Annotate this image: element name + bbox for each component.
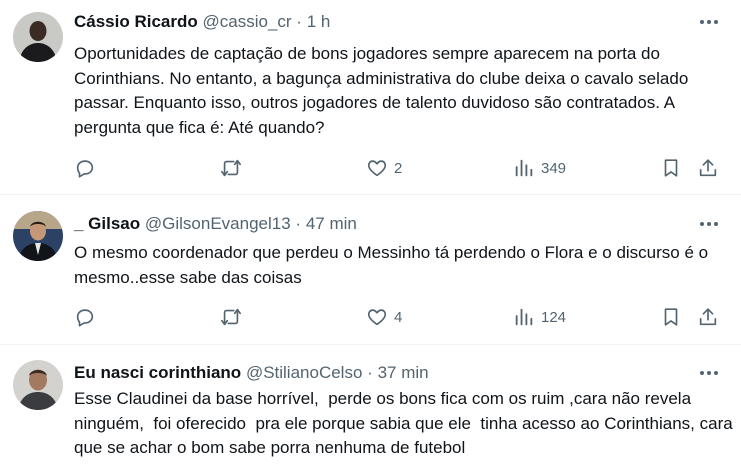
bookmark-button[interactable] xyxy=(660,304,682,330)
retweet-button[interactable] xyxy=(219,304,243,330)
tweet-actions: 2 349 xyxy=(74,155,724,181)
separator: · xyxy=(367,363,373,382)
avatar[interactable] xyxy=(13,360,63,410)
view-count: 124 xyxy=(541,308,567,326)
more-icon[interactable] xyxy=(696,12,722,32)
timestamp[interactable]: 37 min xyxy=(378,363,429,382)
tweet-text: Oportunidades de captação de bons jogado… xyxy=(74,44,689,137)
reply-button[interactable] xyxy=(74,155,96,181)
like-count: 2 xyxy=(394,159,403,177)
share-button[interactable] xyxy=(697,155,719,181)
like-button[interactable]: 2 xyxy=(366,155,402,181)
author-name[interactable]: Eu nasci corinthiano xyxy=(74,363,241,382)
share-icon xyxy=(699,308,717,326)
author-handle[interactable]: @StilianoCelso xyxy=(246,363,362,382)
heart-icon xyxy=(367,160,387,177)
reply-icon xyxy=(76,160,94,178)
views-icon xyxy=(515,308,533,326)
bookmark-icon xyxy=(664,308,678,326)
tweet-text: O mesmo coordenador que perdeu o Messinh… xyxy=(74,243,709,287)
views-icon xyxy=(515,159,533,177)
timestamp[interactable]: 47 min xyxy=(306,214,357,233)
more-icon[interactable] xyxy=(696,214,722,234)
retweet-icon xyxy=(221,308,241,326)
like-count: 4 xyxy=(394,308,403,326)
tweet[interactable]: Eu nasci corinthiano @StilianoCelso · 37… xyxy=(0,345,741,464)
share-button[interactable] xyxy=(697,304,719,330)
bookmark-icon xyxy=(664,159,678,177)
views-button[interactable]: 124 xyxy=(513,304,566,330)
avatar[interactable] xyxy=(13,211,63,261)
author-name[interactable]: _ Gilsao xyxy=(74,214,140,233)
author-handle[interactable]: @GilsonEvangel13 xyxy=(145,214,291,233)
retweet-icon xyxy=(221,159,241,177)
view-count: 349 xyxy=(541,159,567,177)
tweet-text: Esse Claudinei da base horrível, perde o… xyxy=(74,389,738,457)
views-button[interactable]: 349 xyxy=(513,155,566,181)
tweet[interactable]: _ Gilsao @GilsonEvangel13 · 47 min O mes… xyxy=(0,195,741,343)
share-icon xyxy=(699,159,717,177)
reply-button[interactable] xyxy=(74,304,96,330)
like-button[interactable]: 4 xyxy=(366,304,402,330)
tweet[interactable]: Cássio Ricardo @cassio_cr · 1 h Oportuni… xyxy=(0,0,741,193)
retweet-button[interactable] xyxy=(219,155,243,181)
more-icon[interactable] xyxy=(696,363,722,383)
bookmark-button[interactable] xyxy=(660,155,682,181)
tweet-actions: 4 124 xyxy=(74,304,724,330)
avatar[interactable] xyxy=(13,12,63,62)
heart-icon xyxy=(367,309,387,326)
separator: · xyxy=(295,214,302,233)
author-name[interactable]: Cássio Ricardo xyxy=(74,12,198,31)
reply-icon xyxy=(76,309,94,327)
separator: · xyxy=(296,12,302,31)
timestamp[interactable]: 1 h xyxy=(307,12,331,31)
author-handle[interactable]: @cassio_cr xyxy=(203,12,292,31)
